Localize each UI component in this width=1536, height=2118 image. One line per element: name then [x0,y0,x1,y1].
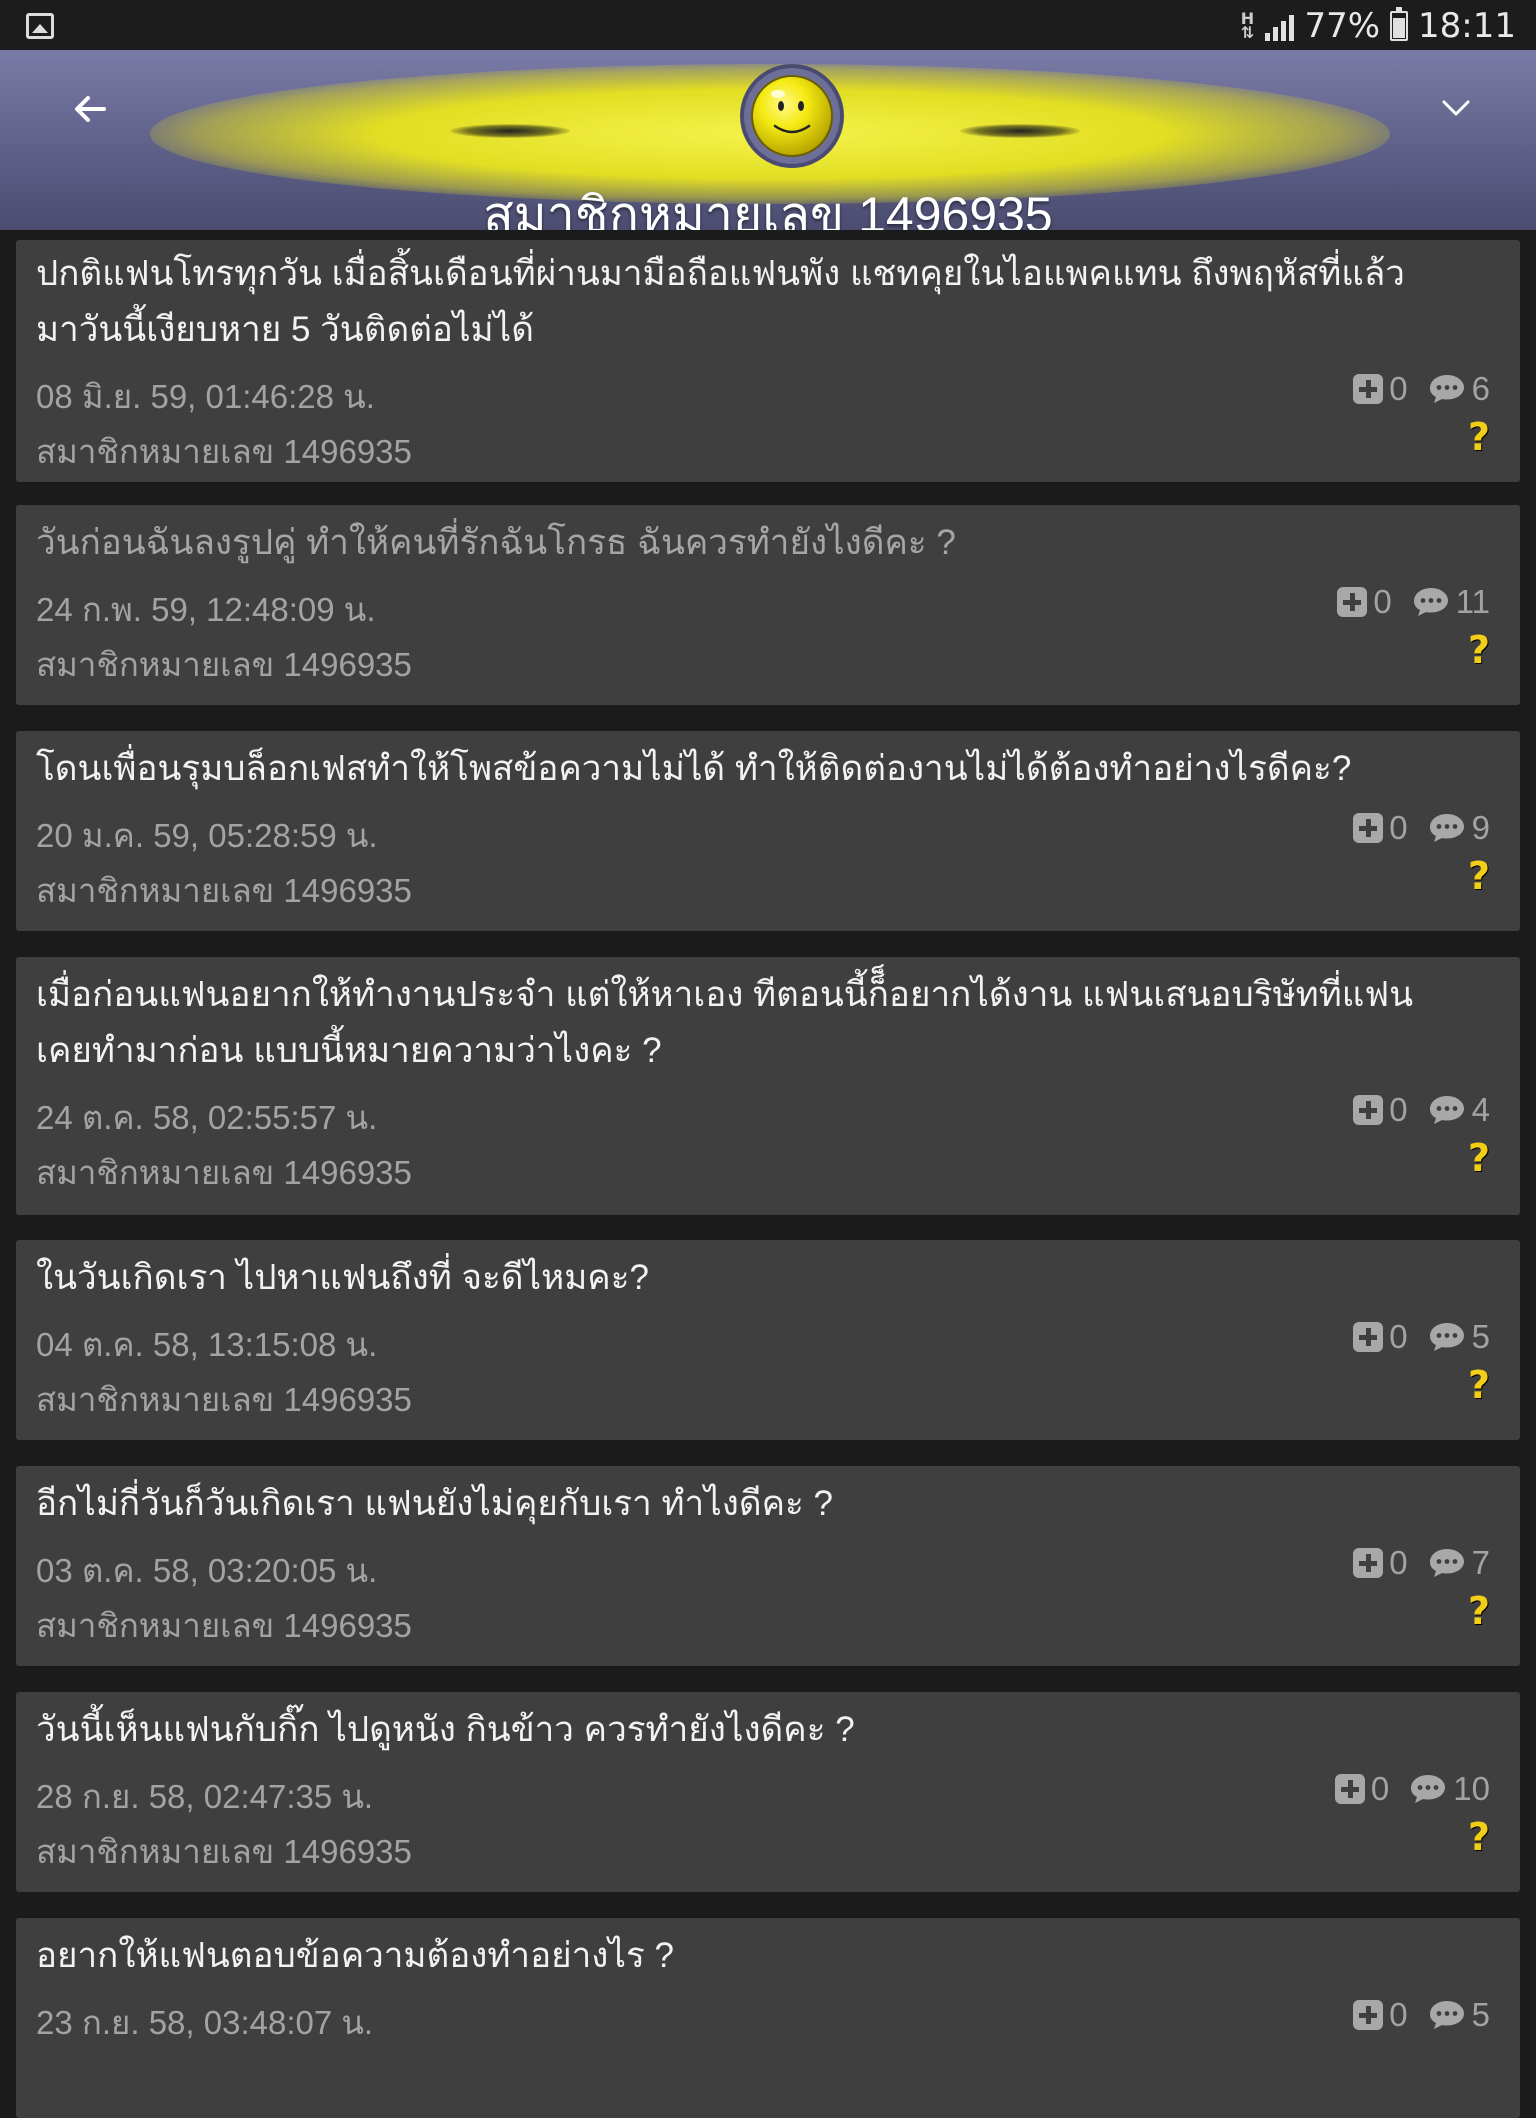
comment-bubble-icon [1429,1096,1464,1124]
status-bar: H ⇅ 77% 18:11 [0,0,1536,50]
comment-count: 4 [1471,1091,1490,1128]
question-mark-icon: ? [1468,854,1491,898]
list-item[interactable]: ในวันเกิดเรา ไปหาแฟนถึงที่ จะดีไหมคะ? 04… [16,1240,1520,1440]
list-item[interactable]: ปกติแฟนโทรทุกวัน เมื่อสิ้นเดือนที่ผ่านมา… [16,240,1520,482]
list-item[interactable]: อยากให้แฟนตอบข้อความต้องทำอย่างไร ? 23 ก… [16,1918,1520,2118]
post-author[interactable]: สมาชิกหมายเลข 1496935 [36,1146,412,1199]
plus-count: 0 [1389,1544,1408,1581]
comment-count: 7 [1471,1544,1490,1581]
plus-count: 0 [1370,1770,1390,1807]
page-title: สมาชิกหมายเลข 1496935 [483,187,1053,230]
comment-count: 11 [1455,583,1490,620]
back-button[interactable] [60,84,120,134]
comment-count: 10 [1453,1770,1490,1807]
question-mark-icon: ? [1468,1363,1491,1407]
post-title[interactable]: เมื่อก่อนแฟนอยากให้ทำงานประจำ แต่ให้หาเอ… [36,967,1450,1079]
comment-bubble-icon [1429,1549,1464,1577]
status-bar-indicators: H ⇅ 77% 18:11 [1239,6,1516,46]
question-mark-icon: ? [1468,1815,1491,1859]
post-date: 08 มิ.ย. 59, 01:46:28 น. [36,378,375,415]
battery-icon [1390,7,1409,41]
post-date: 20 ม.ค. 59, 05:28:59 น. [36,817,378,854]
plus-square-icon [1353,374,1384,404]
list-item[interactable]: อีกไม่กี่วันก็วันเกิดเรา แฟนยังไม่คุยกับ… [16,1466,1520,1666]
post-author[interactable]: สมาชิกหมายเลข 1496935 [36,1825,412,1878]
network-type-label: H [1240,9,1255,28]
post-date: 28 ก.ย. 58, 02:47:35 น. [36,1778,374,1815]
post-author[interactable]: สมาชิกหมายเลข 1496935 [36,638,412,691]
plus-count: 0 [1389,1091,1408,1128]
post-date: 24 ก.พ. 59, 12:48:09 น. [36,591,376,628]
gallery-notification-icon [26,13,54,39]
question-mark-icon: ? [1468,1589,1491,1633]
network-type-icon: H ⇅ [1240,9,1255,42]
post-date: 04 ต.ค. 58, 13:15:08 น. [36,1326,378,1363]
question-mark-icon: ? [1468,415,1491,459]
post-title[interactable]: วันก่อนฉันลงรูปคู่ ทำให้คนที่รักฉันโกรธ … [36,515,1450,571]
post-author[interactable]: สมาชิกหมายเลข 1496935 [36,1373,412,1426]
post-title[interactable]: ปกติแฟนโทรทุกวัน เมื่อสิ้นเดือนที่ผ่านมา… [36,246,1450,358]
post-title[interactable]: ในวันเกิดเรา ไปหาแฟนถึงที่ จะดีไหมคะ? [36,1250,1450,1306]
clock: 18:11 [1418,6,1516,46]
post-stats: 0 6 [1353,370,1490,408]
post-stats: 0 11 [1337,583,1490,621]
plus-square-icon [1353,2000,1384,2030]
post-stats: 0 10 [1334,1770,1490,1808]
question-mark-icon: ? [1468,628,1491,672]
post-stats: 0 5 [1353,1318,1490,1356]
plus-count: 0 [1389,370,1408,407]
comment-bubble-icon [1429,375,1464,403]
comment-count: 5 [1471,1318,1490,1355]
question-mark-icon: ? [1468,1136,1491,1180]
post-stats: 0 7 [1353,1544,1490,1582]
plus-count: 0 [1389,1318,1408,1355]
smiley-face-icon [751,75,833,157]
plus-square-icon [1353,813,1384,843]
post-stats: 0 9 [1353,809,1490,847]
plus-square-icon [1353,1095,1384,1125]
post-date: 24 ต.ค. 58, 02:55:57 น. [36,1099,378,1136]
post-title[interactable]: อยากให้แฟนตอบข้อความต้องทำอย่างไร ? [36,1928,1450,1984]
signal-strength-icon [1265,11,1295,41]
post-title[interactable]: อีกไม่กี่วันก็วันเกิดเรา แฟนยังไม่คุยกับ… [36,1476,1450,1532]
post-title[interactable]: วันนี้เห็นแฟนกับกิ๊ก ไปดูหนัง กินข้าว คว… [36,1702,1450,1758]
list-item[interactable]: วันก่อนฉันลงรูปคู่ ทำให้คนที่รักฉันโกรธ … [16,505,1520,705]
list-item[interactable]: วันนี้เห็นแฟนกับกิ๊ก ไปดูหนัง กินข้าว คว… [16,1692,1520,1892]
avatar [740,64,844,168]
battery-percent: 77% [1304,6,1381,46]
comment-bubble-icon [1411,1775,1446,1803]
post-stats: 0 4 [1353,1091,1490,1129]
plus-square-icon [1353,1548,1384,1578]
plus-square-icon [1337,587,1368,617]
dropdown-button[interactable] [1436,88,1486,132]
plus-count: 0 [1373,583,1392,620]
comment-bubble-icon [1429,2001,1464,2029]
post-title[interactable]: โดนเพื่อนรุมบล็อกเฟสทำให้โพสข้อความไม่ได… [36,741,1450,797]
post-author[interactable]: สมาชิกหมายเลข 1496935 [36,1599,412,1652]
comment-count: 5 [1471,1996,1490,2033]
list-item[interactable]: โดนเพื่อนรุมบล็อกเฟสทำให้โพสข้อความไม่ได… [16,731,1520,931]
comment-bubble-icon [1413,588,1448,616]
plus-count: 0 [1389,809,1408,846]
comment-bubble-icon [1429,814,1464,842]
comment-count: 6 [1471,370,1490,407]
list-item[interactable]: เมื่อก่อนแฟนอยากให้ทำงานประจำ แต่ให้หาเอ… [16,957,1520,1215]
profile-header: สมาชิกหมายเลข 1496935 [0,50,1536,230]
post-date: 03 ต.ค. 58, 03:20:05 น. [36,1552,378,1589]
plus-count: 0 [1389,1996,1408,2033]
chevron-down-icon [1442,100,1470,116]
plus-square-icon [1334,1774,1365,1804]
post-date: 23 ก.ย. 58, 03:48:07 น. [36,2004,374,2041]
post-stats: 0 5 [1353,1996,1490,2034]
comment-bubble-icon [1429,1323,1464,1351]
plus-square-icon [1353,1322,1384,1352]
post-author[interactable]: สมาชิกหมายเลข 1496935 [36,425,412,478]
post-author[interactable]: สมาชิกหมายเลข 1496935 [36,864,412,917]
arrow-left-icon [75,96,106,122]
comment-count: 9 [1471,809,1490,846]
